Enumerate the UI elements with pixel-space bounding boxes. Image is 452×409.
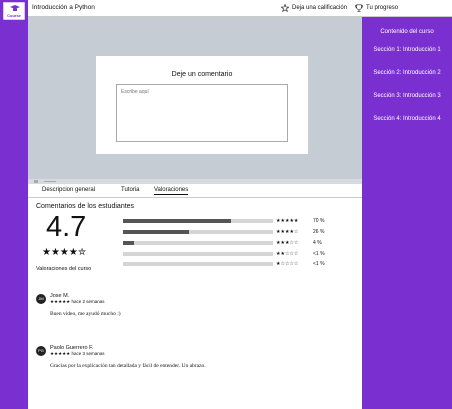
- section-item-2[interactable]: Sección 2: Introducción 2: [362, 70, 452, 76]
- section-item-3[interactable]: Sección 3: Introducción 3: [362, 93, 452, 99]
- reviews-section: Comentarios de los estudiantes 4.7 ★★★★✮…: [28, 198, 362, 409]
- trophy-icon: [355, 4, 363, 12]
- logo-text: Course: [7, 13, 21, 18]
- rating-row-1: ★☆☆☆☆ <1 %: [123, 261, 333, 267]
- review-time: hace 2 semanas: [71, 299, 105, 304]
- average-stars: ★★★★✮: [42, 247, 87, 258]
- rating-row-percent: 26 %: [313, 229, 325, 235]
- rating-bar-track: [123, 241, 273, 245]
- rating-row-percent: 70 %: [313, 218, 325, 224]
- progress-button[interactable]: Tu progreso: [355, 4, 398, 12]
- review-text: Buen video, me ayudó mucho :): [50, 311, 121, 317]
- modal-title: Deje un comentario: [171, 71, 233, 78]
- rating-bar-track: [123, 262, 273, 266]
- rating-row-stars: ★★☆☆☆: [276, 251, 299, 257]
- review-stars: ★★★★★: [50, 351, 71, 356]
- tab-overview[interactable]: Descripcion general: [42, 187, 95, 193]
- rating-row-percent: <1 %: [313, 251, 325, 257]
- course-content-title: Contenido del curso: [380, 29, 434, 35]
- rating-bar-fill: [123, 230, 189, 234]
- review-item: JM Jose M. ★★★★★ hace 2 semanas Buen vid…: [36, 293, 356, 334]
- review-time: hace 3 semanas: [71, 351, 105, 356]
- review-meta: ★★★★★ hace 2 semanas: [50, 299, 104, 305]
- section-item-1[interactable]: Sección 1: Introducción 1: [362, 47, 452, 53]
- rating-bar-track: [123, 219, 273, 223]
- section-item-4[interactable]: Sección 4: Introducción 4: [362, 116, 452, 122]
- top-header: Introducción a Python Deja una calificac…: [28, 0, 452, 17]
- rating-bar-track: [123, 230, 273, 234]
- rating-row-stars: ★★★★☆: [276, 229, 299, 235]
- rating-row-stars: ★★★★★: [276, 218, 299, 224]
- star-outline-icon: [281, 4, 289, 12]
- seek-bar[interactable]: [44, 181, 56, 182]
- rating-bar-fill: [123, 219, 231, 223]
- rating-row-5: ★★★★★ 70 %: [123, 218, 333, 224]
- rating-row-percent: 4 %: [313, 240, 322, 246]
- rating-row-percent: <1 %: [313, 261, 325, 267]
- comment-modal: Deje un comentario: [96, 56, 308, 154]
- rating-row-stars: ★★★☆☆: [276, 240, 299, 246]
- video-player[interactable]: Deje un comentario: [28, 17, 362, 184]
- review-stars: ★★★★★: [50, 299, 71, 304]
- rating-row-3: ★★★☆☆ 4 %: [123, 240, 333, 246]
- comment-input[interactable]: [116, 84, 288, 142]
- average-rating: 4.7: [46, 211, 87, 243]
- rating-bar-fill: [123, 241, 134, 245]
- rating-bar-track: [123, 252, 273, 256]
- rate-course-button[interactable]: Deja una calificación: [281, 4, 347, 12]
- play-icon[interactable]: [34, 180, 38, 183]
- graduation-cap-icon: [10, 5, 20, 11]
- review-text: Gracias por la explicación tan detallada…: [50, 363, 206, 369]
- rating-row-stars: ★☆☆☆☆: [276, 261, 299, 267]
- tab-tutoring[interactable]: Tutoria: [121, 187, 139, 193]
- course-content-panel: Contenido del curso Sección 1: Introducc…: [362, 17, 452, 409]
- left-rail: Course: [0, 0, 28, 409]
- review-item: PG Paolo Guerrero F. ★★★★★ hace 3 semana…: [36, 345, 356, 386]
- progress-label: Tu progreso: [366, 5, 399, 11]
- avatar: JM: [36, 294, 46, 304]
- avatar: PG: [36, 346, 46, 356]
- tab-ratings[interactable]: Valoraciones: [154, 187, 189, 195]
- ratings-label: Valoraciones del curso: [36, 266, 92, 272]
- course-title: Introducción a Python: [32, 4, 95, 11]
- rate-course-label: Deja una calificación: [292, 5, 348, 11]
- rating-row-2: ★★☆☆☆ <1 %: [123, 251, 333, 257]
- reviews-heading: Comentarios de los estudiantes: [36, 203, 135, 210]
- review-meta: ★★★★★ hace 3 semanas: [50, 351, 104, 357]
- course-logo[interactable]: Course: [3, 2, 25, 20]
- tab-bar: Descripcion general Tutoria Valoraciones: [28, 184, 362, 198]
- rating-row-4: ★★★★☆ 26 %: [123, 229, 333, 235]
